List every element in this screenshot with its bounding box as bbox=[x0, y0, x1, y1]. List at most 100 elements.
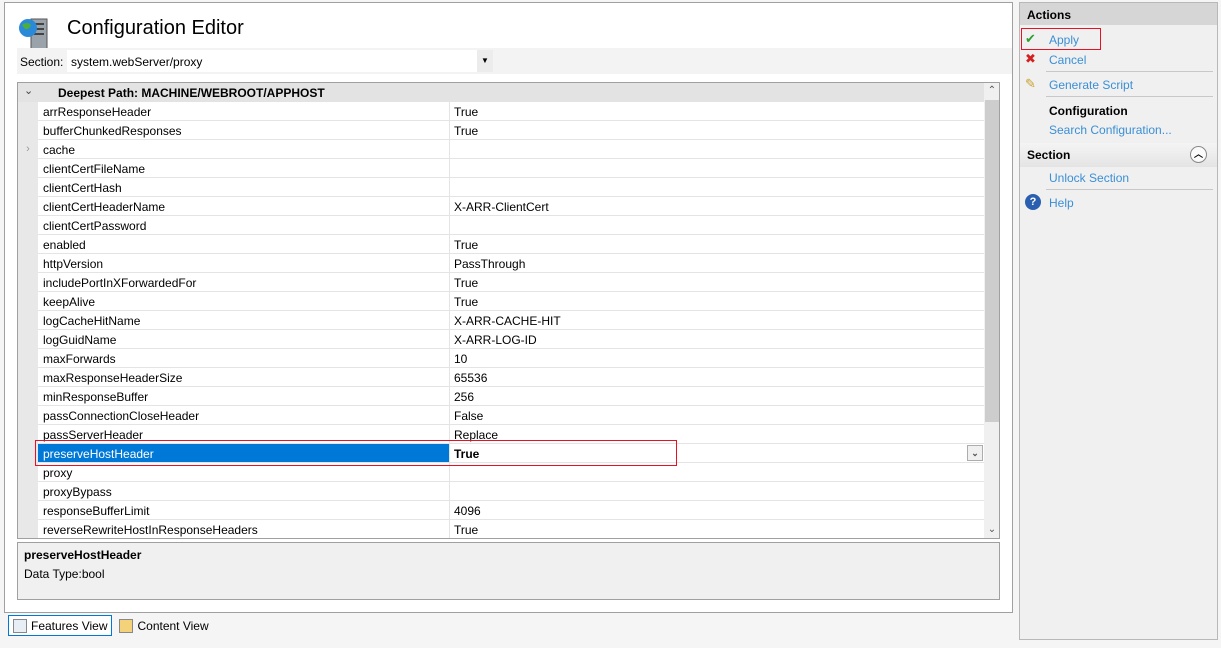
property-name[interactable]: bufferChunkedResponses bbox=[38, 121, 450, 140]
property-value[interactable]: True bbox=[450, 520, 984, 538]
property-value-text: 256 bbox=[454, 390, 475, 404]
row-gutter bbox=[18, 197, 38, 216]
table-row[interactable]: httpVersion PassThrough bbox=[18, 254, 984, 273]
property-name[interactable]: logCacheHitName bbox=[38, 311, 450, 330]
property-name[interactable]: clientCertHeaderName bbox=[38, 197, 450, 216]
value-dropdown-icon[interactable]: ⌄ bbox=[967, 445, 983, 461]
property-value[interactable] bbox=[450, 463, 984, 482]
table-row[interactable]: reverseRewriteHostInResponseHeaders True bbox=[18, 520, 984, 538]
property-value[interactable] bbox=[450, 140, 984, 159]
property-value-text: 65536 bbox=[454, 371, 488, 385]
table-row[interactable]: bufferChunkedResponses True bbox=[18, 121, 984, 140]
property-name[interactable]: reverseRewriteHostInResponseHeaders bbox=[38, 520, 450, 538]
property-value[interactable]: True bbox=[450, 292, 984, 311]
search-configuration-action[interactable]: Search Configuration... bbox=[1020, 119, 1217, 139]
generate-script-action[interactable]: ✎ Generate Script bbox=[1020, 74, 1217, 94]
table-row[interactable]: minResponseBuffer 256 bbox=[18, 387, 984, 406]
property-name[interactable]: maxResponseHeaderSize bbox=[38, 368, 450, 387]
property-value[interactable]: True bbox=[450, 121, 984, 140]
property-value[interactable] bbox=[450, 482, 984, 501]
collapse-up-icon[interactable]: ︿ bbox=[1190, 146, 1207, 163]
property-name[interactable]: clientCertHash bbox=[38, 178, 450, 197]
highlight-box bbox=[1021, 28, 1101, 50]
property-value[interactable]: Replace bbox=[450, 425, 984, 444]
table-row[interactable]: passConnectionCloseHeader False bbox=[18, 406, 984, 425]
table-row[interactable]: maxForwards 10 bbox=[18, 349, 984, 368]
property-value-text: True bbox=[454, 238, 479, 252]
table-row[interactable]: arrResponseHeader True bbox=[18, 102, 984, 121]
property-value[interactable]: True bbox=[450, 102, 984, 121]
property-value[interactable]: True bbox=[450, 273, 984, 292]
table-row[interactable]: logCacheHitName X-ARR-CACHE-HIT bbox=[18, 311, 984, 330]
scroll-up-icon[interactable]: ⌃ bbox=[984, 83, 999, 99]
table-row[interactable]: preserveHostHeader True ⌄ bbox=[18, 444, 984, 463]
property-value-text: X-ARR-ClientCert bbox=[454, 200, 549, 214]
table-row[interactable]: logGuidName X-ARR-LOG-ID bbox=[18, 330, 984, 349]
dropdown-arrow-icon[interactable]: ▼ bbox=[477, 50, 493, 72]
property-value[interactable]: 4096 bbox=[450, 501, 984, 520]
table-row[interactable]: enabled True bbox=[18, 235, 984, 254]
property-value[interactable] bbox=[450, 216, 984, 235]
property-name[interactable]: passServerHeader bbox=[38, 425, 450, 444]
cancel-action[interactable]: ✖ Cancel bbox=[1020, 49, 1217, 69]
table-row[interactable]: › cache bbox=[18, 140, 984, 159]
property-name[interactable]: maxForwards bbox=[38, 349, 450, 368]
property-name[interactable]: cache bbox=[38, 140, 450, 159]
grid-group-header[interactable]: ⌄ Deepest Path: MACHINE/WEBROOT/APPHOST bbox=[18, 83, 984, 102]
property-name[interactable]: preserveHostHeader bbox=[38, 444, 450, 463]
property-name[interactable]: clientCertPassword bbox=[38, 216, 450, 235]
section-dropdown[interactable]: system.webServer/proxy bbox=[67, 50, 492, 72]
property-name[interactable]: includePortInXForwardedFor bbox=[38, 273, 450, 292]
property-value[interactable]: X-ARR-CACHE-HIT bbox=[450, 311, 984, 330]
property-name[interactable]: minResponseBuffer bbox=[38, 387, 450, 406]
help-action[interactable]: ? Help bbox=[1020, 192, 1217, 212]
cancel-x-icon: ✖ bbox=[1025, 51, 1036, 66]
row-gutter bbox=[18, 463, 38, 482]
help-icon: ? bbox=[1025, 194, 1041, 210]
row-gutter bbox=[18, 368, 38, 387]
property-value[interactable]: X-ARR-LOG-ID bbox=[450, 330, 984, 349]
property-value[interactable] bbox=[450, 159, 984, 178]
table-row[interactable]: clientCertHeaderName X-ARR-ClientCert bbox=[18, 197, 984, 216]
property-name[interactable]: logGuidName bbox=[38, 330, 450, 349]
table-row[interactable]: clientCertPassword bbox=[18, 216, 984, 235]
property-name[interactable]: clientCertFileName bbox=[38, 159, 450, 178]
table-row[interactable]: passServerHeader Replace bbox=[18, 425, 984, 444]
property-name[interactable]: httpVersion bbox=[38, 254, 450, 273]
property-value[interactable]: True ⌄ bbox=[450, 444, 984, 463]
property-value[interactable]: X-ARR-ClientCert bbox=[450, 197, 984, 216]
property-name[interactable]: enabled bbox=[38, 235, 450, 254]
table-row[interactable]: maxResponseHeaderSize 65536 bbox=[18, 368, 984, 387]
chevron-down-icon[interactable]: ⌄ bbox=[24, 84, 33, 97]
table-row[interactable]: clientCertHash bbox=[18, 178, 984, 197]
property-value[interactable]: 65536 bbox=[450, 368, 984, 387]
property-value[interactable]: PassThrough bbox=[450, 254, 984, 273]
features-view-icon bbox=[13, 618, 27, 633]
tab-features-view[interactable]: Features View bbox=[8, 615, 113, 636]
tab-content-view[interactable]: Content View bbox=[114, 615, 213, 636]
property-name[interactable]: passConnectionCloseHeader bbox=[38, 406, 450, 425]
property-value-text: True bbox=[454, 124, 479, 138]
table-row[interactable]: keepAlive True bbox=[18, 292, 984, 311]
property-value[interactable]: True bbox=[450, 235, 984, 254]
table-row[interactable]: proxyBypass bbox=[18, 482, 984, 501]
table-row[interactable]: proxy bbox=[18, 463, 984, 482]
property-name[interactable]: keepAlive bbox=[38, 292, 450, 311]
table-row[interactable]: responseBufferLimit 4096 bbox=[18, 501, 984, 520]
property-value[interactable]: 10 bbox=[450, 349, 984, 368]
scrollbar-thumb[interactable] bbox=[985, 100, 999, 422]
expand-chevron-icon[interactable]: › bbox=[18, 140, 38, 159]
property-name[interactable]: proxy bbox=[38, 463, 450, 482]
property-value[interactable] bbox=[450, 178, 984, 197]
property-value-text: X-ARR-CACHE-HIT bbox=[454, 314, 561, 328]
property-value[interactable]: 256 bbox=[450, 387, 984, 406]
property-name[interactable]: arrResponseHeader bbox=[38, 102, 450, 121]
scroll-down-icon[interactable]: ⌄ bbox=[984, 522, 999, 538]
property-value[interactable]: False bbox=[450, 406, 984, 425]
table-row[interactable]: clientCertFileName bbox=[18, 159, 984, 178]
property-name[interactable]: responseBufferLimit bbox=[38, 501, 450, 520]
table-row[interactable]: includePortInXForwardedFor True bbox=[18, 273, 984, 292]
vertical-scrollbar[interactable]: ⌃ ⌄ bbox=[984, 83, 999, 538]
property-name[interactable]: proxyBypass bbox=[38, 482, 450, 501]
unlock-section-action[interactable]: Unlock Section bbox=[1020, 167, 1217, 187]
